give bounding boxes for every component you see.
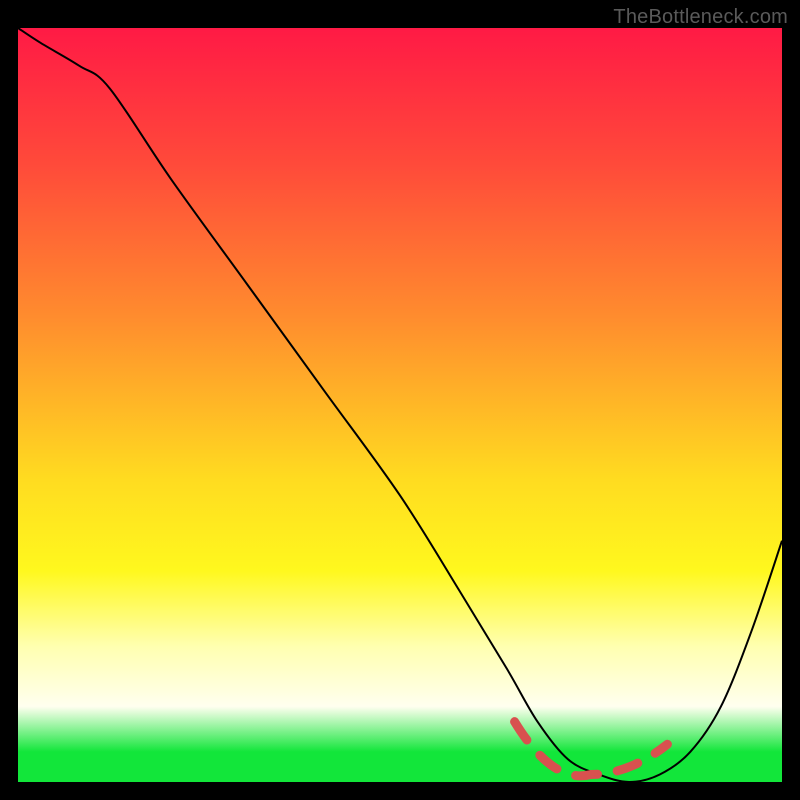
bottleneck-curve	[18, 28, 782, 782]
watermark-text: TheBottleneck.com	[613, 6, 788, 29]
chart-container: TheBottleneck.com	[0, 0, 800, 800]
optimal-range-marker	[515, 722, 668, 776]
plot-area	[18, 28, 782, 782]
chart-svg	[18, 28, 782, 782]
